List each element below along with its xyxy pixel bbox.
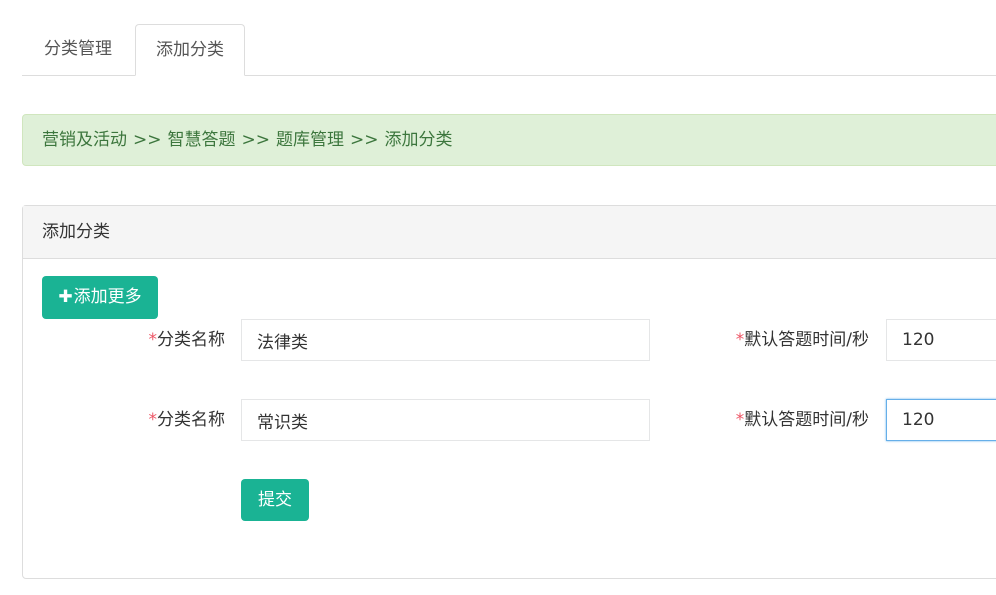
category-name-input[interactable] [241,319,650,361]
default-time-label: *默认答题时间/秒 [735,330,869,350]
default-time-input[interactable] [886,319,996,361]
add-more-button[interactable]: ✚添加更多 [42,276,158,319]
breadcrumb: 营销及活动 >> 智慧答题 >> 题库管理 >> 添加分类 [22,114,996,166]
tab-category-management[interactable]: 分类管理 [22,24,134,75]
plus-icon: ✚ [58,287,73,307]
breadcrumb-separator: >> [241,130,271,150]
category-name-label: *分类名称 [148,410,226,430]
required-mark: * [735,330,745,350]
tab-bar: 分类管理 添加分类 [22,24,996,76]
default-time-input[interactable] [886,399,996,441]
required-mark: * [735,410,745,430]
breadcrumb-separator: >> [133,130,162,150]
default-time-label: *默认答题时间/秒 [735,410,869,430]
breadcrumb-item: 题库管理 [276,130,344,150]
required-mark: * [148,410,158,430]
submit-button[interactable]: 提交 [241,479,309,521]
category-row: *分类名称 *默认答题时间/秒 [23,399,996,441]
category-name-input[interactable] [241,399,650,441]
category-row: *分类名称 *默认答题时间/秒 [23,319,996,361]
breadcrumb-item: 营销及活动 [42,130,127,150]
breadcrumb-separator: >> [350,130,379,150]
required-mark: * [148,330,158,350]
tab-add-category[interactable]: 添加分类 [135,24,245,76]
panel-title: 添加分类 [23,206,996,259]
add-more-label: 添加更多 [73,287,142,307]
breadcrumb-item: 智慧答题 [167,130,236,150]
category-name-label: *分类名称 [148,330,226,350]
add-category-panel: 添加分类 ✚添加更多 *分类名称 *默认答题时间/秒 *分类名称 *默认答题时间… [22,205,996,579]
breadcrumb-item: 添加分类 [384,130,453,150]
